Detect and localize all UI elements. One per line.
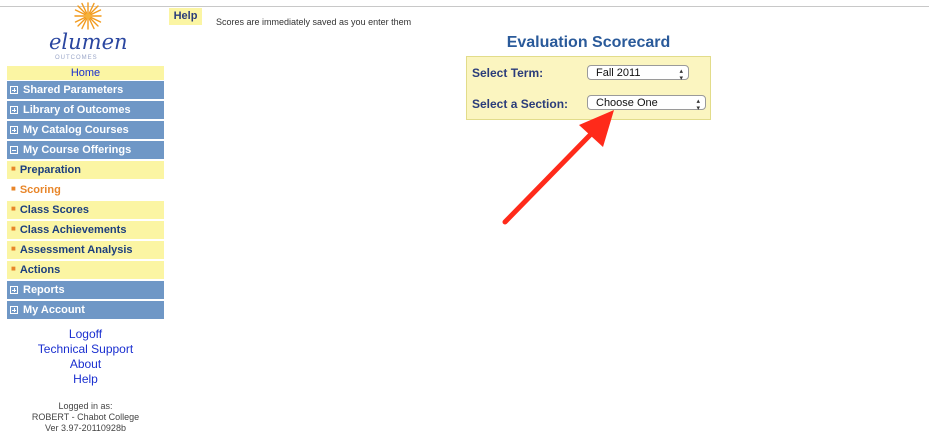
bullet-icon: ■ [11,244,16,253]
collapse-icon [10,146,18,154]
sidebar-item-class-achievements[interactable]: ■ Class Achievements [7,221,164,241]
term-select-value: Fall 2011 [596,67,641,79]
sun-icon [74,2,102,30]
about-link[interactable]: About [7,357,164,372]
select-arrows-icon: ▴ ▾ [679,68,683,82]
bullet-icon: ■ [11,184,16,193]
sidebar-item-label: Class Achievements [19,224,127,236]
sidebar-item-label: My Course Offerings [23,144,132,156]
sidebar-item-label: Reports [23,284,65,296]
sidebar-item-label: Scoring [19,184,61,196]
login-label: Logged in as: [58,401,113,411]
sidebar-item-home[interactable]: Home [7,66,164,81]
login-info: Logged in as: ROBERT - Chabot College Ve… [7,401,164,434]
sidebar-item-library-of-outcomes[interactable]: Library of Outcomes [7,101,164,121]
help-link[interactable]: Help [7,372,164,387]
sidebar-item-label: Preparation [19,164,81,176]
login-user: ROBERT - Chabot College [31,412,140,422]
sidebar-item-actions[interactable]: ■ Actions [7,261,164,281]
sidebar-item-label: My Account [23,304,85,316]
section-select-value: Choose One [596,97,658,109]
page-title: Evaluation Scorecard [506,34,671,51]
logo: elumen OUTCOMES [7,0,164,66]
sidebar-item-label: Shared Parameters [23,84,124,96]
sidebar-item-scoring[interactable]: ■ Scoring [7,181,164,201]
technical-support-link[interactable]: Technical Support [7,342,164,357]
sidebar-item-my-catalog-courses[interactable]: My Catalog Courses [7,121,164,141]
sidebar-links: Logoff Technical Support About Help [7,327,164,387]
sidebar-item-label: Assessment Analysis [19,244,133,256]
expand-icon [10,106,18,114]
logo-subtitle: OUTCOMES [55,55,98,61]
bullet-icon: ■ [11,264,16,273]
logo-text: elumen [49,30,128,54]
sidebar-item-my-course-offerings[interactable]: My Course Offerings [7,141,164,161]
bullet-icon: ■ [11,204,16,213]
select-arrows-icon: ▴ ▾ [696,98,700,112]
expand-icon [10,126,18,134]
expand-icon [10,86,18,94]
sidebar-item-reports[interactable]: Reports [7,281,164,301]
bullet-icon: ■ [11,164,16,173]
sidebar-item-my-account[interactable]: My Account [7,301,164,321]
sidebar-item-label: Class Scores [19,204,89,216]
expand-icon [10,306,18,314]
sidebar-item-preparation[interactable]: ■ Preparation [7,161,164,181]
help-button[interactable]: Help [169,8,202,25]
section-label: Select a Section: [472,97,569,111]
sidebar-item-label: My Catalog Courses [23,124,129,136]
section-select[interactable]: Choose One ▴ ▾ [587,95,706,112]
sidebar-item-class-scores[interactable]: ■ Class Scores [7,201,164,221]
version-label: Ver 3.97-20110928b [45,423,126,433]
sidebar: elumen OUTCOMES Home Shared Parameters L… [7,0,164,434]
status-message: Scores are immediately saved as you ente… [216,17,412,27]
expand-icon [10,286,18,294]
scorecard-panel: Select Term: Fall 2011 ▴ ▾ Select a Secti… [466,56,711,120]
sidebar-item-label: Actions [19,264,61,276]
bullet-icon: ■ [11,224,16,233]
sidebar-item-shared-parameters[interactable]: Shared Parameters [7,81,164,101]
term-label: Select Term: [472,66,544,80]
term-select[interactable]: Fall 2011 ▴ ▾ [587,65,689,82]
sidebar-item-label: Library of Outcomes [23,104,131,116]
sidebar-item-assessment-analysis[interactable]: ■ Assessment Analysis [7,241,164,261]
logoff-link[interactable]: Logoff [7,327,164,342]
